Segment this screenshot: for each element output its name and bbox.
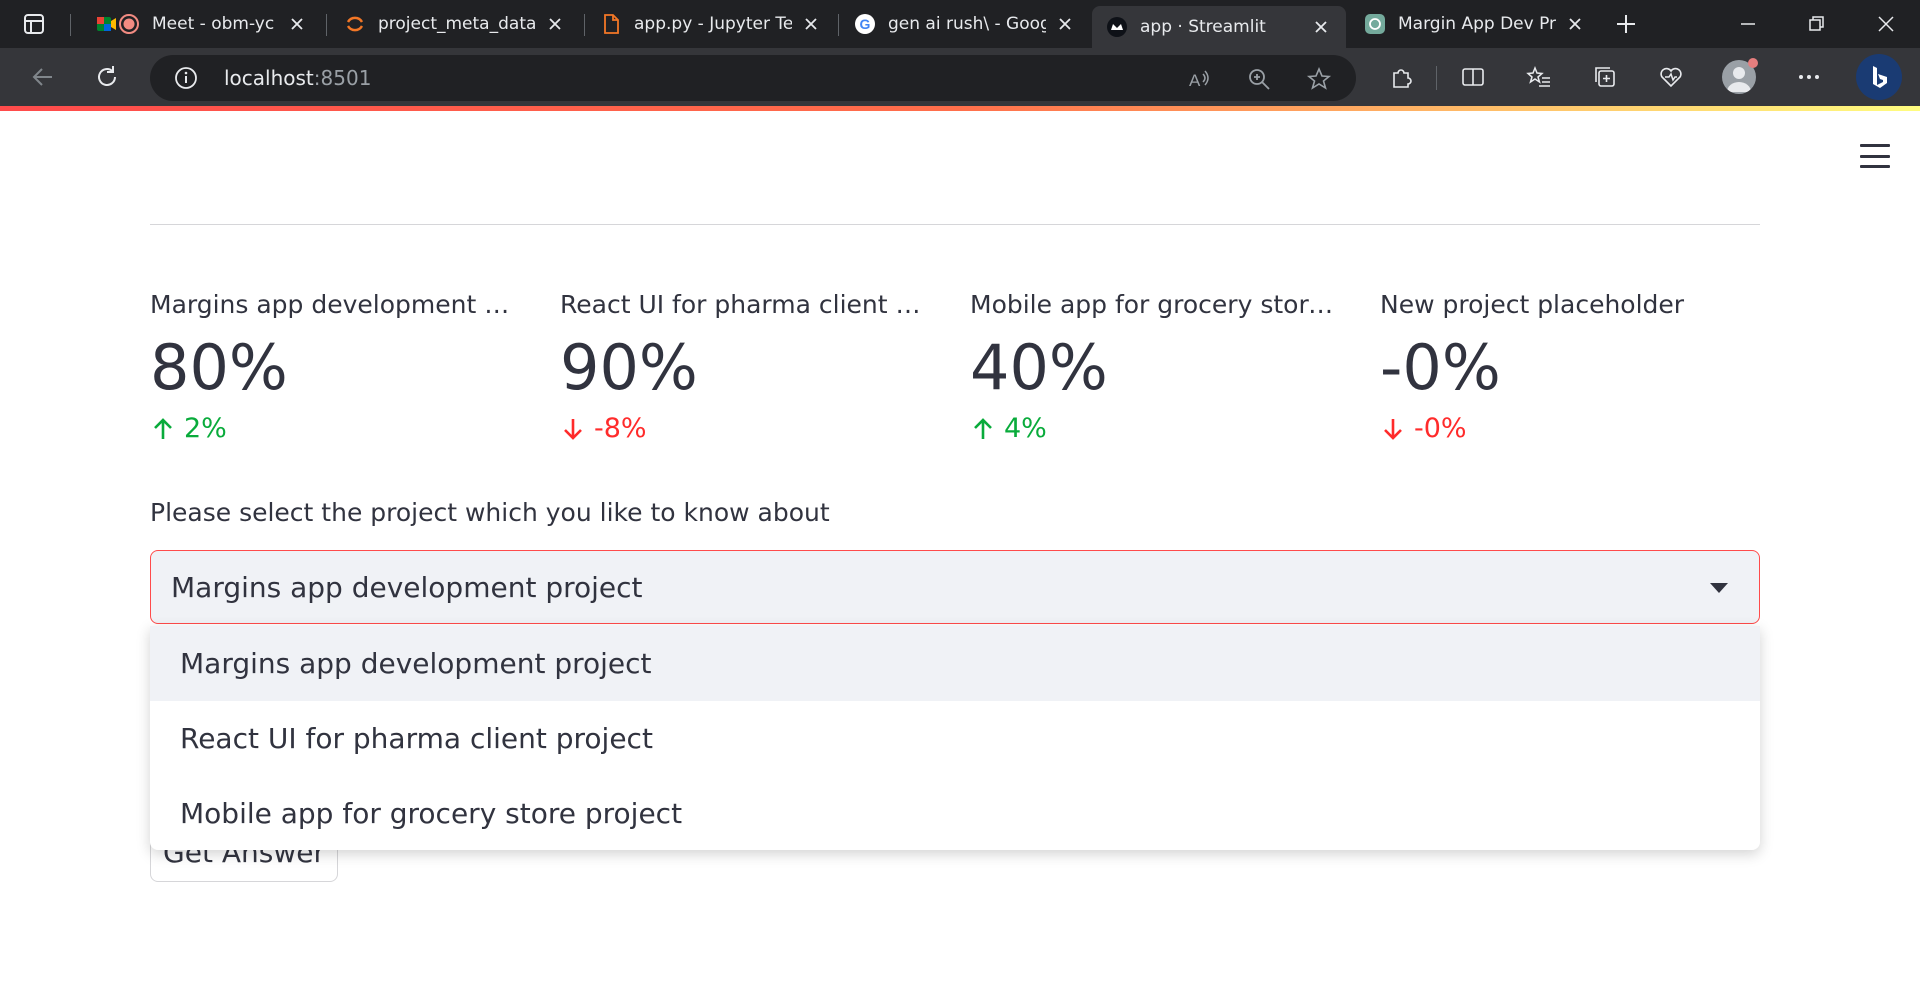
metric-label: Margins app development project [150, 290, 522, 319]
new-tab-button[interactable] [1612, 10, 1640, 38]
dropdown-option[interactable]: Mobile app for grocery store project [150, 776, 1760, 850]
metric-value: 40% [970, 331, 1108, 404]
arrow-up-icon [154, 418, 172, 439]
close-icon[interactable] [1054, 13, 1076, 35]
back-arrow-icon [32, 68, 52, 86]
browser-essentials-icon[interactable] [1656, 62, 1686, 92]
back-button[interactable] [28, 62, 58, 92]
metric-value: -0% [1380, 331, 1501, 404]
favorite-star-icon[interactable] [1306, 66, 1332, 92]
metric-value: 80% [150, 331, 288, 404]
tab-chatgpt[interactable]: Margin App Dev Pro [1350, 6, 1600, 42]
file-icon [600, 13, 622, 35]
tab-meet[interactable]: Meet - obm-yc [82, 6, 322, 42]
tab-title: Meet - obm-yc [152, 14, 275, 34]
chevron-down-icon[interactable] [1709, 582, 1729, 594]
browser-toolbar: localhost:8501 A [0, 48, 1920, 106]
metric-card: React UI for pharma client project 90% -… [560, 290, 940, 444]
google-meet-icon [96, 13, 140, 35]
close-icon[interactable] [544, 13, 566, 35]
select-value: Margins app development project [171, 571, 643, 604]
address-bar[interactable]: localhost:8501 A [150, 55, 1356, 101]
arrow-up-icon [974, 418, 992, 439]
info-icon[interactable] [174, 66, 198, 90]
tab-title: gen ai rush\ - Goog [888, 14, 1046, 34]
svg-text:A: A [1189, 71, 1201, 90]
metric-delta: 2% [150, 413, 530, 444]
favorites-icon[interactable] [1524, 62, 1554, 92]
minimize-icon [1741, 23, 1755, 25]
metric-delta: 4% [970, 413, 1350, 444]
browser-tab-bar: Meet - obm-yc project_meta_data/ app.py … [0, 0, 1920, 48]
chatgpt-icon [1364, 13, 1386, 35]
minimize-button[interactable] [1734, 10, 1762, 38]
metric-card: Mobile app for grocery store proj… 40% 4… [970, 290, 1350, 444]
select-label: Please select the project which you like… [150, 498, 830, 527]
jupyter-icon [344, 13, 366, 35]
close-icon [1878, 16, 1894, 32]
metric-delta: -0% [1380, 413, 1760, 444]
reload-icon [98, 66, 116, 86]
project-select[interactable]: Margins app development project [150, 550, 1760, 624]
restore-icon [1809, 16, 1824, 31]
google-icon: G [854, 13, 876, 35]
hamburger-icon [1860, 144, 1890, 147]
split-screen-icon[interactable] [1458, 62, 1488, 92]
metric-value: 90% [560, 331, 698, 404]
read-aloud-icon[interactable]: A [1186, 66, 1212, 92]
divider [150, 224, 1760, 225]
zoom-icon[interactable] [1246, 66, 1272, 92]
metric-delta: -8% [560, 413, 940, 444]
close-icon[interactable] [1310, 16, 1332, 38]
extensions-icon[interactable] [1386, 62, 1416, 92]
close-window-button[interactable] [1872, 10, 1900, 38]
main-menu-button[interactable] [1860, 144, 1890, 168]
collections-icon[interactable] [1590, 62, 1620, 92]
close-icon[interactable] [286, 13, 308, 35]
close-icon[interactable] [1564, 13, 1586, 35]
tab-title: project_meta_data/ [378, 14, 536, 34]
tab-streamlit-app[interactable]: app · Streamlit [1092, 6, 1346, 48]
tab-title: Margin App Dev Pro [1398, 14, 1556, 34]
restore-button[interactable] [1802, 10, 1830, 38]
metric-label: React UI for pharma client project [560, 290, 932, 319]
bing-copilot-icon[interactable] [1856, 54, 1902, 100]
metric-label: Mobile app for grocery store proj… [970, 290, 1342, 319]
tab-title: app · Streamlit [1140, 17, 1266, 37]
streamlit-icon [1106, 16, 1128, 38]
plus-icon [1617, 15, 1635, 33]
tab-jupyter-tree[interactable]: project_meta_data/ [330, 6, 580, 42]
reload-button[interactable] [92, 62, 122, 92]
arrow-down-icon [564, 418, 582, 440]
arrow-down-icon [1384, 418, 1402, 440]
dropdown-option[interactable]: Margins app development project [150, 626, 1760, 701]
metric-card: Margins app development project 80% 2% [150, 290, 530, 444]
tab-jupyter-text[interactable]: app.py - Jupyter Tex [586, 6, 836, 42]
svg-text:G: G [860, 16, 871, 32]
notification-dot [1748, 58, 1758, 68]
metric-card: New project placeholder -0% -0% [1380, 290, 1760, 444]
more-options-icon[interactable] [1794, 62, 1824, 92]
close-icon[interactable] [800, 13, 822, 35]
metric-label: New project placeholder [1380, 290, 1685, 319]
streamlit-top-decoration [0, 106, 1920, 111]
tab-google-search[interactable]: G gen ai rush\ - Goog [840, 6, 1090, 42]
tab-title: app.py - Jupyter Tex [634, 14, 792, 34]
select-dropdown-menu: Margins app development project React UI… [150, 626, 1760, 850]
dropdown-option[interactable]: React UI for pharma client project [150, 701, 1760, 776]
url-text: localhost:8501 [224, 66, 372, 90]
tab-actions-icon[interactable] [22, 12, 46, 36]
